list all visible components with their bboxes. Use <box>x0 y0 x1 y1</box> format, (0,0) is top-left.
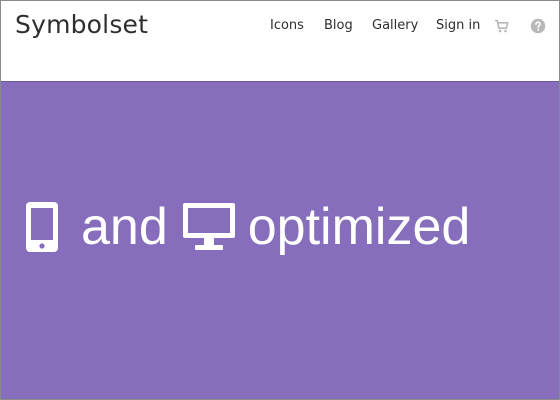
nav-blog-link[interactable]: Blog <box>324 18 353 33</box>
main-nav: Icons Blog Gallery Sign in <box>1 18 559 38</box>
hero-banner: and optimized <box>1 81 559 399</box>
browser-viewport: Symbolset Icons Blog Gallery Sign in and… <box>0 0 560 400</box>
nav-icons-link[interactable]: Icons <box>270 18 304 33</box>
hero-word-and: and <box>81 198 168 256</box>
nav-gallery-link[interactable]: Gallery <box>372 18 418 33</box>
desktop-monitor-icon <box>182 202 236 252</box>
hero-word-optimized: optimized <box>247 198 471 256</box>
mobile-phone-icon <box>25 201 59 253</box>
nav-signin-link[interactable]: Sign in <box>436 18 480 33</box>
site-header: Symbolset Icons Blog Gallery Sign in <box>1 1 559 81</box>
help-icon[interactable] <box>530 18 546 34</box>
cart-icon[interactable] <box>494 19 510 35</box>
hero-headline: and optimized <box>25 197 470 257</box>
